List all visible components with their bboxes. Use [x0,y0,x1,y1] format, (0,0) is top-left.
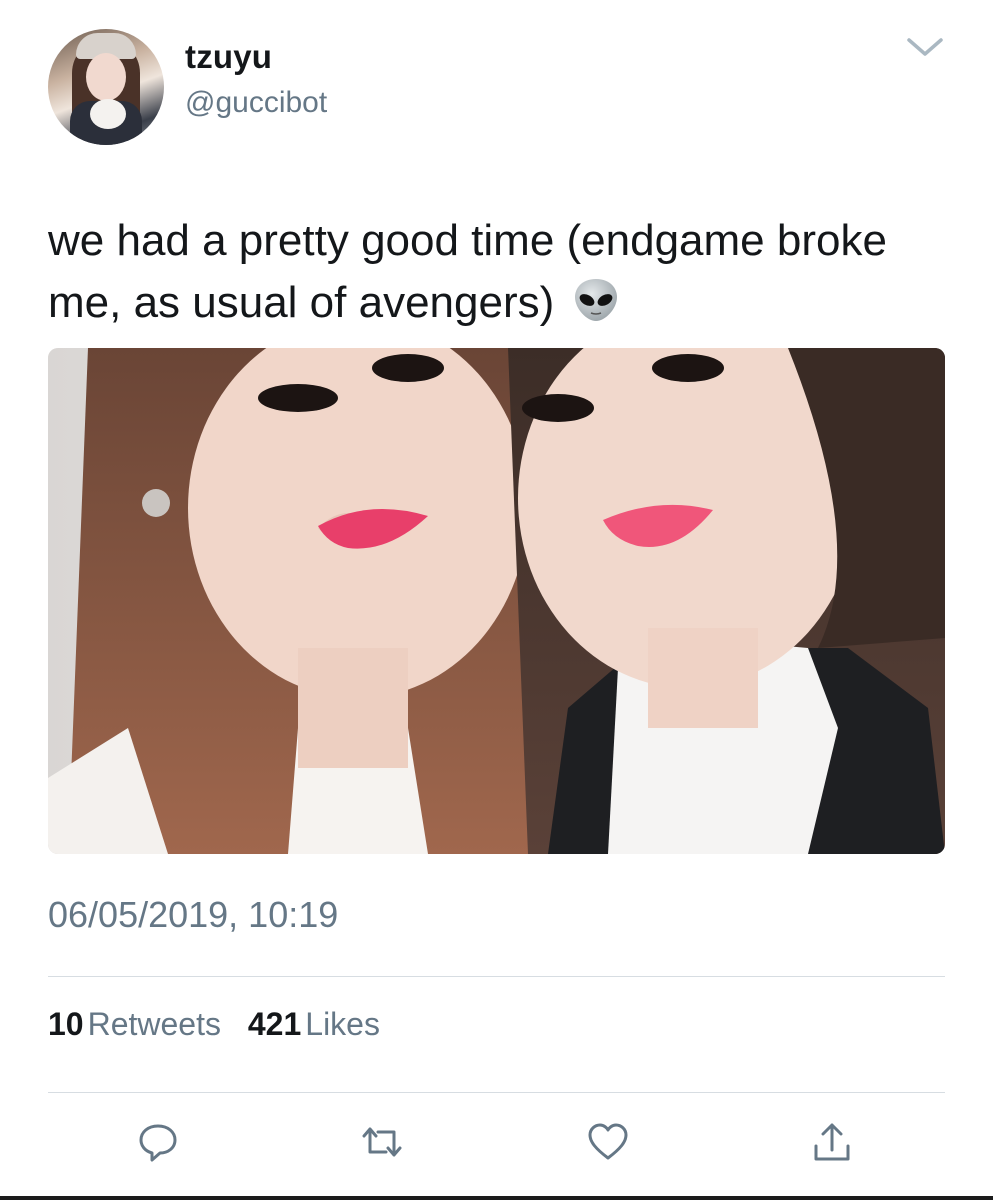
tweet-text-body: we had a pretty good time (endgame broke… [48,216,887,327]
retweets-count[interactable]: 10 [48,1006,84,1042]
alien-emoji-icon [571,275,621,342]
tweet-stats: 10 Retweets 421 Likes [48,1006,398,1043]
reply-button[interactable] [132,1118,184,1170]
divider [48,1092,945,1093]
retweet-icon [358,1120,406,1169]
user-handle[interactable]: @guccibot [185,86,327,120]
retweet-button[interactable] [356,1118,408,1170]
likes-label[interactable]: Likes [305,1006,380,1042]
tweet-photo[interactable] [48,348,945,854]
share-icon [810,1120,854,1169]
likes-count[interactable]: 421 [248,1006,301,1042]
display-name[interactable]: tzuyu [185,38,272,76]
tweet-text: we had a pretty good time (endgame broke… [48,210,948,342]
avatar[interactable] [48,29,164,145]
tweet-timestamp: 06/05/2019, 10:19 [48,894,339,935]
bottom-border [0,1196,993,1200]
chevron-down-icon[interactable] [903,32,947,62]
retweets-label[interactable]: Retweets [88,1006,221,1042]
tweet-card: tzuyu @guccibot we had a pretty good tim… [0,0,993,1200]
divider [48,976,945,977]
heart-icon [586,1120,630,1169]
share-button[interactable] [806,1118,858,1170]
reply-icon [136,1120,180,1169]
like-button[interactable] [582,1118,634,1170]
